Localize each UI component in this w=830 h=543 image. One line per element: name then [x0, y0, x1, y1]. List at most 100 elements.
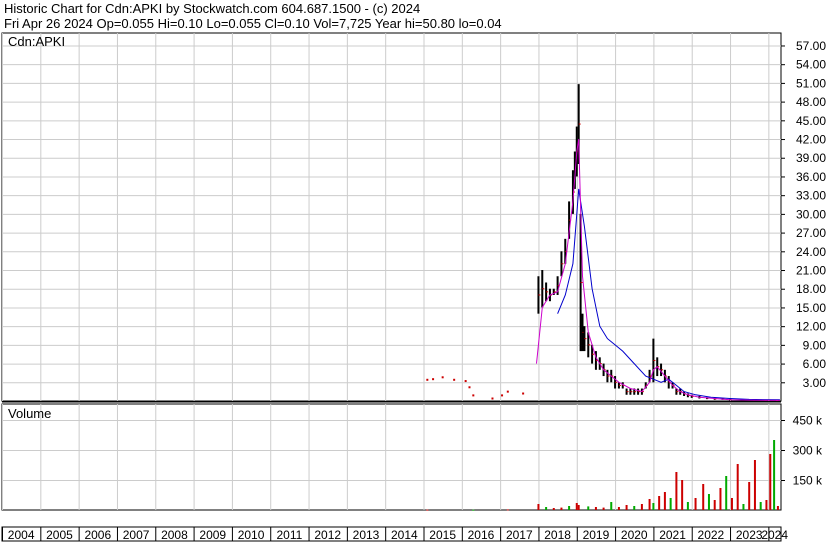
price-tick-label: 3.00	[803, 376, 827, 390]
x-tick-label: 2024	[761, 528, 788, 542]
volume-bar	[594, 507, 597, 510]
price-panel-label: Cdn:APKI	[8, 34, 65, 49]
price-dot	[506, 390, 509, 393]
volume-bar	[753, 460, 756, 510]
volume-bar	[702, 484, 705, 510]
volume-bar	[472, 509, 475, 511]
volume-bar	[707, 494, 710, 510]
volume-bar	[681, 480, 684, 510]
volume-bar	[694, 498, 697, 510]
price-dot	[472, 394, 475, 397]
price-dot	[453, 378, 456, 381]
price-tick-label: 18.00	[796, 282, 826, 296]
volume-bar	[625, 505, 628, 510]
price-tick-label: 27.00	[796, 226, 826, 240]
x-tick-label: 2016	[468, 528, 495, 542]
price-dot	[464, 380, 467, 383]
x-tick-label: 2010	[238, 528, 265, 542]
volume-bar	[640, 504, 643, 510]
price-dot	[501, 394, 504, 397]
volume-bar	[568, 506, 571, 510]
price-dot	[426, 378, 429, 381]
volume-bar	[610, 502, 613, 510]
x-tick-label: 2007	[123, 528, 150, 542]
volume-bar	[675, 472, 678, 510]
volume-bar	[617, 507, 620, 510]
x-tick-label: 2012	[314, 528, 341, 542]
x-tick-label: 2009	[199, 528, 226, 542]
volume-bar	[742, 504, 745, 510]
volume-bar	[725, 476, 728, 510]
volume-bar	[713, 500, 716, 510]
volume-bar	[736, 464, 739, 510]
volume-panel-label: Volume	[8, 406, 51, 421]
price-dot	[441, 376, 444, 379]
x-tick-label: 2011	[276, 528, 302, 542]
x-tick-label: 2018	[544, 528, 571, 542]
price-tick-label: 21.00	[796, 264, 826, 278]
volume-bar	[669, 498, 672, 510]
volume-bar	[426, 509, 429, 511]
x-axis: 2004 2005 2006 2007 2008 2009 2010 2011 2012 2013…	[8, 528, 789, 542]
volume-bar	[537, 504, 540, 510]
chart-grid	[2, 33, 785, 541]
x-tick-label: 2006	[84, 528, 111, 542]
historic-chart: 3.00 6.00 9.00 12.00 15.00 18.00 21.00 24.00 27.…	[1, 32, 826, 542]
volume-bar	[602, 507, 605, 510]
volume-bar	[545, 507, 548, 510]
volume-bar	[560, 507, 563, 510]
price-tick-label: 6.00	[803, 357, 827, 371]
volume-tick-label: 300 k	[793, 444, 823, 458]
volume-bar	[587, 506, 590, 510]
x-tick-label: 2005	[46, 528, 73, 542]
price-tick-label: 54.00	[796, 58, 826, 72]
price-dot	[522, 392, 525, 395]
price-tick-label: 33.00	[796, 189, 826, 203]
price-series	[426, 84, 780, 402]
price-tick-label: 51.00	[796, 76, 826, 90]
volume-tick-label: 150 k	[793, 474, 823, 488]
x-tick-label: 2021	[659, 528, 686, 542]
moving-average-long	[557, 188, 780, 401]
price-tick-label: 12.00	[796, 320, 826, 334]
price-tick-label: 45.00	[796, 114, 826, 128]
price-tick-label: 48.00	[796, 95, 826, 109]
price-tick-label: 57.00	[796, 39, 826, 53]
price-tick-label: 24.00	[796, 245, 826, 259]
volume-bar	[765, 500, 768, 510]
price-dot	[432, 378, 435, 381]
price-tick-label: 42.00	[796, 133, 826, 147]
x-tick-label: 2023	[736, 528, 763, 542]
volume-bar	[663, 492, 666, 510]
x-tick-label: 2019	[583, 528, 610, 542]
volume-bar	[648, 499, 651, 510]
volume-bar	[776, 506, 779, 510]
x-tick-label: 2004	[8, 528, 35, 542]
volume-bar	[633, 506, 636, 510]
price-tick-label: 15.00	[796, 301, 826, 315]
volume-bar	[577, 505, 580, 510]
price-y-axis: 3.00 6.00 9.00 12.00 15.00 18.00 21.00 24.00 27.…	[796, 39, 826, 390]
price-dot	[468, 386, 471, 389]
volume-y-axis: 150 k 300 k 450 k	[793, 414, 823, 488]
price-tick-label: 36.00	[796, 170, 826, 184]
volume-bar	[719, 488, 722, 510]
price-tick-label: 39.00	[796, 151, 826, 165]
x-tick-label: 2008	[161, 528, 188, 542]
price-tick-label: 30.00	[796, 207, 826, 221]
volume-bar	[686, 502, 689, 510]
volume-bar	[658, 496, 661, 510]
price-tick-label: 9.00	[803, 338, 827, 352]
volume-bar	[552, 508, 555, 510]
price-dot	[491, 397, 494, 400]
volume-tick-label: 450 k	[793, 414, 823, 428]
volume-bar	[575, 503, 578, 510]
x-tick-label: 2014	[391, 528, 418, 542]
volume-bar	[506, 509, 509, 511]
chart-frame	[1, 32, 782, 542]
x-tick-label: 2015	[429, 528, 456, 542]
x-tick-label: 2013	[353, 528, 380, 542]
volume-bar	[652, 503, 655, 510]
volume-bar	[769, 454, 772, 510]
volume-bar	[773, 440, 776, 510]
